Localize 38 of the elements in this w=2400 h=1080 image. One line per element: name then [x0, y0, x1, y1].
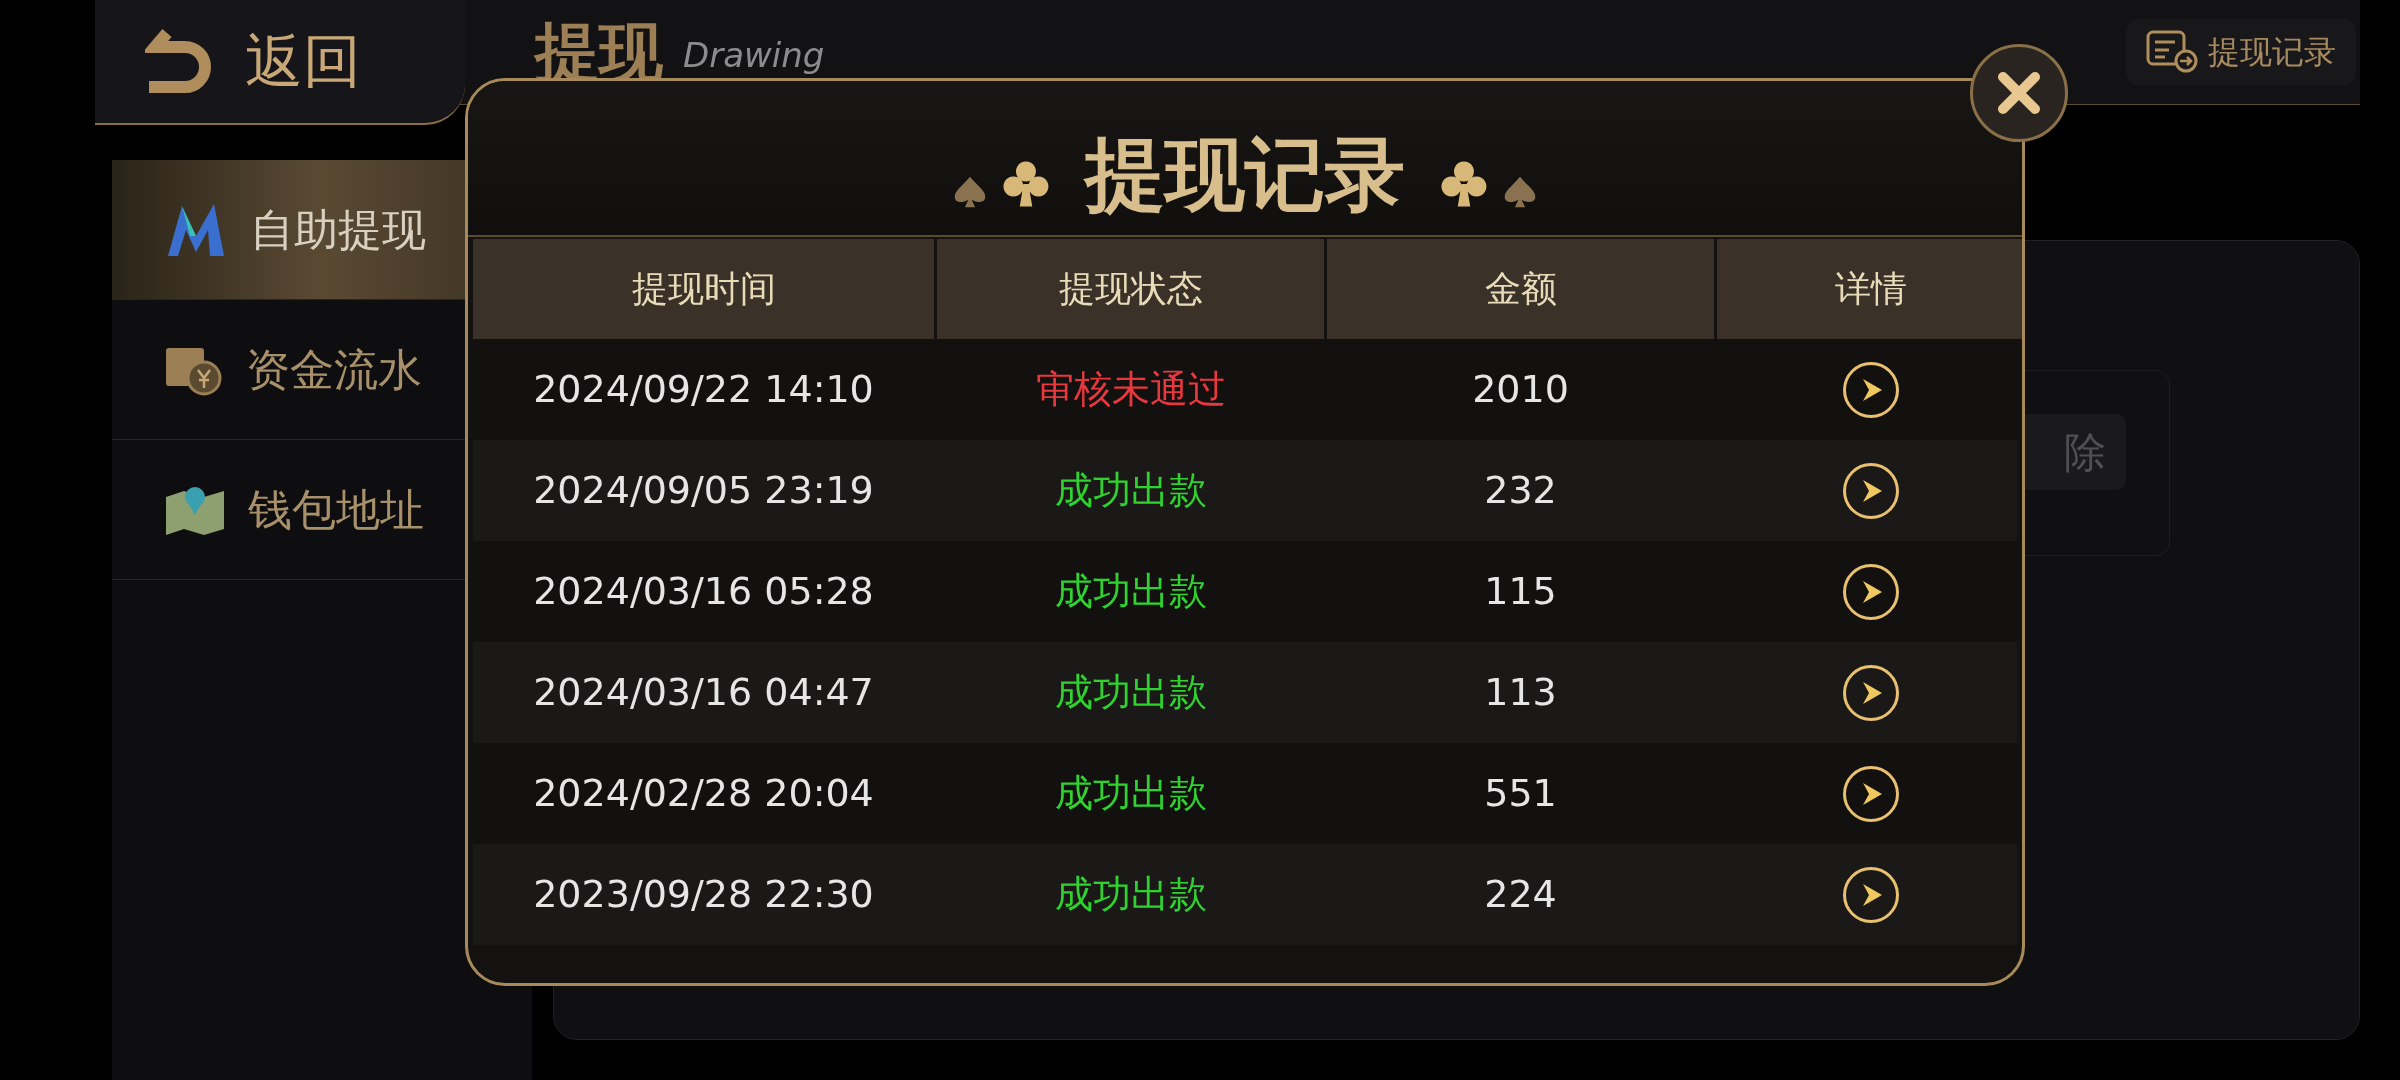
club-icon — [1439, 159, 1489, 209]
table-cell-text: 232 — [1483, 467, 1558, 514]
spade-icon — [953, 175, 987, 209]
status-text: 成功出款 — [1053, 467, 1208, 514]
details-button[interactable] — [1842, 765, 1899, 822]
dialog-title: 提现记录 — [1085, 135, 1405, 215]
table-cell-text: 551 — [1483, 770, 1558, 817]
table-cell-text: 2024/09/22 14:10 — [532, 366, 875, 413]
column-header: 提现时间 — [473, 239, 934, 339]
status-text: 审核未通过 — [1034, 366, 1227, 413]
details-button[interactable] — [1842, 462, 1899, 519]
status-text: 成功出款 — [1053, 770, 1208, 817]
club-icon — [1001, 159, 1051, 209]
table-cell-text: 113 — [1483, 669, 1558, 716]
table-cell-text: 115 — [1483, 568, 1558, 615]
close-icon — [1995, 69, 2043, 117]
table-cell-text: 2010 — [1471, 366, 1570, 413]
status-text: 成功出款 — [1053, 568, 1208, 615]
status-text: 成功出款 — [1053, 669, 1208, 716]
table-cell-text: 2024/02/28 20:04 — [532, 770, 875, 817]
details-button[interactable] — [1842, 866, 1899, 923]
back-button[interactable]: 返回 — [95, 0, 465, 125]
column-header: 提现状态 — [937, 239, 1324, 339]
list-arrow-icon — [2146, 30, 2198, 74]
spade-icon — [1503, 175, 1537, 209]
page-subtitle: Drawing — [683, 38, 825, 72]
details-button[interactable] — [1842, 664, 1899, 721]
table-cell-text: 2024/03/16 05:28 — [532, 568, 875, 615]
table-cell-text: 224 — [1483, 871, 1558, 918]
table-cell-text: 2023/09/28 22:30 — [532, 871, 875, 918]
column-header: 金额 — [1327, 239, 1714, 339]
record-button[interactable]: 提现记录 — [2126, 19, 2356, 85]
details-button[interactable] — [1842, 563, 1899, 620]
details-button[interactable] — [1842, 361, 1899, 418]
table-cell-text: 2024/09/05 23:19 — [532, 467, 875, 514]
table-cell-text: 2024/03/16 04:47 — [532, 669, 875, 716]
status-text: 成功出款 — [1053, 871, 1208, 918]
column-header: 详情 — [1717, 239, 2022, 339]
